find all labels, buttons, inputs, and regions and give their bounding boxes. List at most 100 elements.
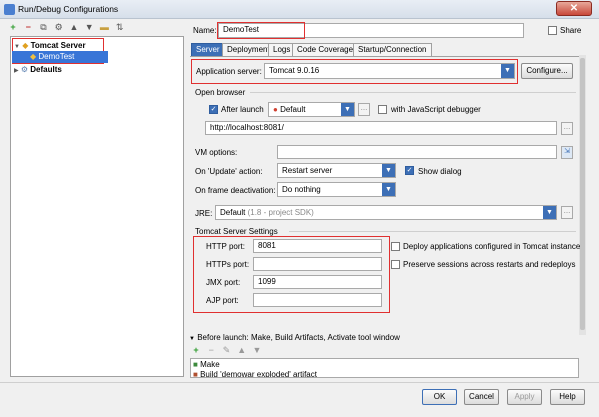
http-port-field[interactable]: 8081	[253, 239, 382, 253]
jre-label: JRE:	[195, 209, 213, 218]
tree-item-demotest[interactable]: ◆ DemoTest	[30, 51, 74, 62]
scrollbar-thumb[interactable]	[580, 58, 585, 330]
chrome-icon: ●	[273, 105, 278, 114]
tree-group-defaults[interactable]: ▶ ⚙ Defaults	[14, 64, 62, 75]
jre-more-button[interactable]: …	[561, 206, 573, 219]
tomcat-icon: ◆	[30, 52, 37, 61]
update-action-select[interactable]: Restart server ▼	[277, 163, 396, 178]
window-title: Run/Debug Configurations	[18, 4, 119, 14]
make-icon: ■	[193, 360, 198, 369]
collapse-arrow-icon[interactable]: ▶	[14, 68, 19, 74]
tab-deployment[interactable]: Deployment	[222, 43, 275, 56]
collapse-arrow-icon[interactable]: ▼	[189, 336, 195, 342]
tree-defaults-label: Defaults	[30, 65, 62, 74]
app-server-select[interactable]: Tomcat 9.0.16 ▼	[264, 63, 515, 79]
frame-deactivation-value: Do nothing	[282, 185, 321, 194]
folder-icon[interactable]: ▬	[99, 22, 109, 32]
tab-startup-connection[interactable]: Startup/Connection	[353, 43, 432, 56]
open-browser-section-title: Open browser	[195, 88, 246, 97]
url-more-button[interactable]: …	[561, 122, 573, 135]
tree-toolbar: + − ⧉ ⚙ ▲ ▼ ▬ ⇅	[8, 22, 184, 36]
url-field[interactable]: http://localhost:8081/	[205, 121, 557, 135]
jre-value: Default	[220, 208, 246, 217]
jre-select[interactable]: Default (1.8 - project SDK) ▼	[215, 205, 557, 220]
jmx-port-field[interactable]: 1099	[253, 275, 382, 289]
after-launch-label: After launch	[221, 105, 264, 114]
copy-icon[interactable]: ⧉	[38, 22, 48, 32]
move-up-icon[interactable]: ▲	[69, 22, 79, 32]
vm-options-field[interactable]	[277, 145, 557, 159]
before-launch-item-label: Build 'demowar exploded' artifact	[200, 370, 317, 378]
remove-icon[interactable]: −	[23, 22, 33, 32]
update-action-label: On 'Update' action:	[195, 167, 263, 176]
cancel-button[interactable]: Cancel	[464, 389, 499, 405]
show-dialog-checkbox[interactable]: ✓	[405, 166, 414, 175]
configure-button[interactable]: Configure...	[521, 63, 573, 79]
chevron-down-icon[interactable]: ▼	[501, 64, 514, 78]
after-launch-checkbox[interactable]: ✓	[209, 105, 218, 114]
share-checkbox[interactable]	[548, 26, 557, 35]
ok-button[interactable]: OK	[422, 389, 457, 405]
defaults-icon: ⚙	[20, 65, 29, 74]
footer-divider	[0, 382, 599, 383]
ajp-port-field[interactable]	[253, 293, 382, 307]
help-button[interactable]: Help	[550, 389, 585, 405]
app-server-label: Application server:	[196, 67, 262, 76]
chevron-down-icon[interactable]: ▼	[382, 183, 395, 196]
wrench-icon[interactable]: ⚙	[54, 22, 64, 32]
jre-hint: (1.8 - project SDK)	[247, 208, 314, 217]
show-dialog-label: Show dialog	[418, 167, 462, 176]
move-up-icon[interactable]: ▲	[237, 345, 247, 355]
sort-icon[interactable]: ⇅	[115, 22, 125, 32]
js-debugger-checkbox[interactable]	[378, 105, 387, 114]
tab-server[interactable]: Server	[191, 43, 225, 56]
list-item[interactable]: ■ Make	[193, 360, 220, 369]
add-icon[interactable]: +	[191, 345, 201, 355]
jmx-port-label: JMX port:	[206, 278, 241, 287]
chevron-down-icon[interactable]: ▼	[543, 206, 556, 219]
move-down-icon[interactable]: ▼	[252, 345, 262, 355]
config-tree	[10, 36, 184, 377]
tomcat-settings-divider	[289, 231, 576, 232]
http-port-label: HTTP port:	[206, 242, 245, 251]
preserve-sessions-checkbox[interactable]	[391, 260, 400, 269]
before-launch-toolbar: + − ✎ ▲ ▼	[191, 345, 271, 357]
list-item[interactable]: ■ Build 'demowar exploded' artifact	[193, 370, 317, 378]
tree-group-tomcat[interactable]: ▼ ◆ Tomcat Server	[14, 40, 86, 51]
browser-more-button[interactable]: …	[358, 103, 370, 116]
https-port-label: HTTPs port:	[206, 260, 250, 269]
artifact-icon: ■	[193, 370, 198, 378]
apply-button[interactable]: Apply	[507, 389, 542, 405]
tomcat-icon: ◆	[22, 41, 29, 50]
https-port-field[interactable]	[253, 257, 382, 271]
app-icon	[4, 4, 15, 15]
name-highlight-box	[217, 22, 305, 39]
chevron-down-icon[interactable]: ▼	[382, 164, 395, 177]
expand-arrow-icon[interactable]: ▼	[14, 44, 20, 50]
browser-select[interactable]: ● Default ▼	[268, 102, 355, 117]
frame-deactivation-select[interactable]: Do nothing ▼	[277, 182, 396, 197]
edit-icon[interactable]: ✎	[221, 345, 231, 355]
before-launch-label: Before launch: Make, Build Artifacts, Ac…	[197, 333, 400, 342]
share-label: Share	[560, 26, 582, 35]
app-server-value: Tomcat 9.0.16	[269, 66, 320, 75]
chevron-down-icon[interactable]: ▼	[341, 103, 354, 116]
frame-deactivation-label: On frame deactivation:	[195, 186, 276, 195]
move-down-icon[interactable]: ▼	[84, 22, 94, 32]
tree-item-label: DemoTest	[38, 52, 75, 61]
before-launch-list: ■ Make ■ Build 'demowar exploded' artifa…	[190, 358, 579, 378]
js-debugger-label: with JavaScript debugger	[391, 105, 481, 114]
before-launch-header[interactable]: ▼ Before launch: Make, Build Artifacts, …	[189, 333, 400, 342]
tab-code-coverage[interactable]: Code Coverage	[292, 43, 359, 56]
preserve-sessions-label: Preserve sessions across restarts and re…	[403, 260, 576, 269]
deploy-apps-checkbox[interactable]	[391, 242, 400, 251]
add-icon[interactable]: +	[8, 22, 18, 32]
expand-icon[interactable]: ⇲	[561, 146, 573, 159]
tree-group-label: Tomcat Server	[30, 41, 86, 50]
close-button[interactable]: ✕	[556, 1, 592, 16]
open-browser-divider	[250, 92, 576, 93]
ajp-port-label: AJP port:	[206, 296, 239, 305]
remove-icon[interactable]: −	[206, 345, 216, 355]
vm-options-label: VM options:	[195, 148, 238, 157]
tab-divider	[190, 56, 586, 57]
